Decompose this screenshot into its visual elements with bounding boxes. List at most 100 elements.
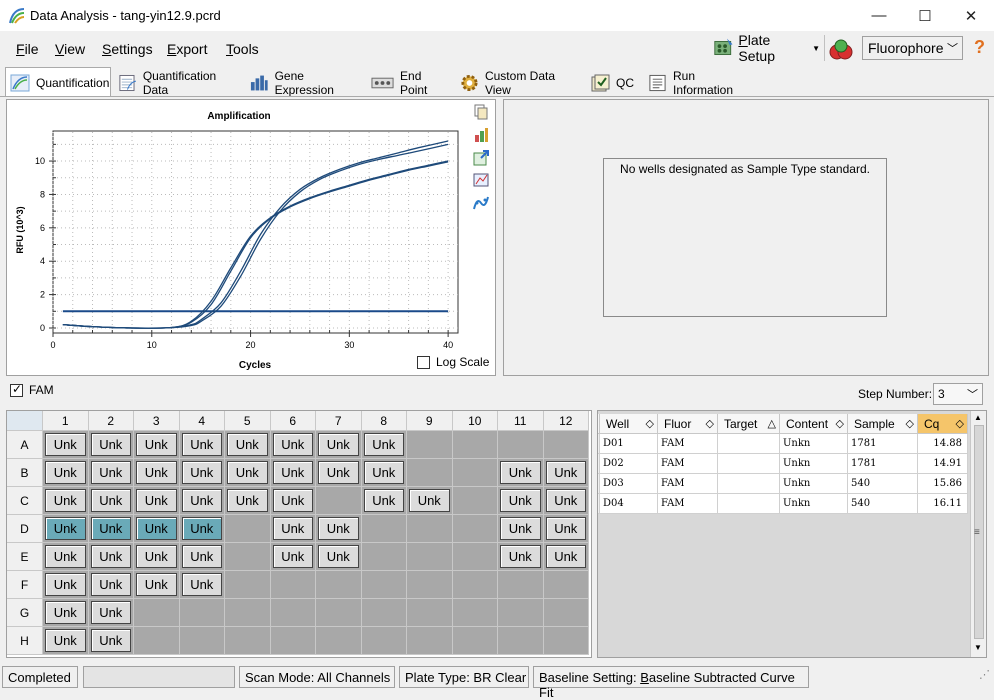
plate-cell[interactable]: Unk xyxy=(498,459,544,487)
plate-cell[interactable]: Unk xyxy=(43,599,89,627)
plate-cell[interactable]: Unk xyxy=(498,515,544,543)
plate-column-header[interactable]: 4 xyxy=(179,411,225,431)
plate-well[interactable]: Unk xyxy=(363,489,404,512)
plate-cell[interactable] xyxy=(225,543,271,571)
plate-cell[interactable]: Unk xyxy=(225,487,271,515)
copy-icon[interactable] xyxy=(473,104,489,120)
plate-cell[interactable]: Unk xyxy=(316,543,362,571)
plate-column-header[interactable]: 7 xyxy=(316,411,362,431)
close-button[interactable]: ✕ xyxy=(948,0,994,31)
plate-cell[interactable] xyxy=(316,487,362,515)
tab-quantification-data[interactable]: Quantification Data xyxy=(113,69,240,97)
chart-options-icon[interactable] xyxy=(473,127,489,143)
plate-well[interactable]: Unk xyxy=(90,517,131,540)
plate-cell[interactable] xyxy=(361,599,407,627)
plate-cell[interactable] xyxy=(543,571,589,599)
table-column-header[interactable]: Well ◇ xyxy=(600,414,658,434)
plate-well[interactable]: Unk xyxy=(90,629,131,652)
plate-well[interactable]: Unk xyxy=(500,545,541,568)
table-cell[interactable]: 14.91 xyxy=(918,454,968,474)
fluorophore-select[interactable]: Fluorophore ﹀ xyxy=(862,36,963,60)
tab-custom-data-view[interactable]: Custom Data View xyxy=(455,69,580,97)
plate-cell[interactable] xyxy=(452,431,498,459)
vertical-scrollbar[interactable]: ▲ ≡ ▼ xyxy=(970,411,986,657)
plate-well[interactable]: Unk xyxy=(318,545,359,568)
plate-cell[interactable]: Unk xyxy=(43,571,89,599)
plate-cell[interactable]: Unk xyxy=(88,543,134,571)
plate-cell[interactable]: Unk xyxy=(134,459,180,487)
plate-well[interactable]: Unk xyxy=(272,461,313,484)
plate-cell[interactable] xyxy=(452,487,498,515)
table-cell[interactable]: FAM xyxy=(658,494,718,514)
plate-cell[interactable]: Unk xyxy=(88,571,134,599)
plate-well[interactable]: Unk xyxy=(318,461,359,484)
plate-cell[interactable]: Unk xyxy=(225,431,271,459)
plate-well[interactable]: Unk xyxy=(136,573,177,596)
menu-tools[interactable]: Tools xyxy=(226,41,259,57)
plate-well[interactable]: Unk xyxy=(318,517,359,540)
plate-cell[interactable]: Unk xyxy=(43,515,89,543)
table-cell[interactable]: D02 xyxy=(600,454,658,474)
plate-well[interactable]: Unk xyxy=(181,573,222,596)
plate-column-header[interactable]: 2 xyxy=(88,411,134,431)
plate-cell[interactable] xyxy=(361,515,407,543)
plate-cell[interactable] xyxy=(361,627,407,655)
plate-cell[interactable]: Unk xyxy=(270,515,316,543)
plate-cell[interactable]: Unk xyxy=(498,487,544,515)
plate-cell[interactable] xyxy=(361,571,407,599)
plate-well[interactable]: Unk xyxy=(45,629,86,652)
plate-cell[interactable]: Unk xyxy=(134,431,180,459)
plate-well[interactable]: Unk xyxy=(500,489,541,512)
plate-well[interactable]: Unk xyxy=(227,489,268,512)
plate-well[interactable]: Unk xyxy=(500,461,541,484)
plate-cell[interactable]: Unk xyxy=(270,543,316,571)
plate-cell[interactable] xyxy=(316,599,362,627)
curve-fit-icon[interactable] xyxy=(473,195,489,211)
plate-cell[interactable] xyxy=(407,515,453,543)
plate-row-header[interactable]: C xyxy=(7,487,43,515)
fam-checkbox[interactable] xyxy=(10,382,23,397)
step-number-select[interactable]: 3 ﹀ xyxy=(933,383,983,405)
plate-column-header[interactable]: 6 xyxy=(270,411,316,431)
plate-well[interactable]: Unk xyxy=(90,433,131,456)
plate-cell[interactable] xyxy=(179,627,225,655)
fam-filter[interactable]: FAM xyxy=(10,382,54,397)
plate-cell[interactable]: Unk xyxy=(361,431,407,459)
plate-cell[interactable] xyxy=(498,627,544,655)
plate-well[interactable]: Unk xyxy=(318,433,359,456)
tab-quantification[interactable]: Quantification xyxy=(5,67,111,97)
plate-well[interactable]: Unk xyxy=(136,433,177,456)
table-cell[interactable]: Unkn xyxy=(780,474,848,494)
plate-cell[interactable]: Unk xyxy=(270,459,316,487)
plate-cell[interactable] xyxy=(316,571,362,599)
plate-cell[interactable]: Unk xyxy=(361,459,407,487)
plate-cell[interactable]: Unk xyxy=(43,459,89,487)
plate-cell[interactable] xyxy=(543,627,589,655)
plate-row-header[interactable]: H xyxy=(7,627,43,655)
plate-cell[interactable]: Unk xyxy=(270,431,316,459)
table-column-header[interactable]: Content ◇ xyxy=(780,414,848,434)
table-cell[interactable]: Unkn xyxy=(780,454,848,474)
plate-cell[interactable] xyxy=(316,627,362,655)
menu-file[interactable]: File xyxy=(16,41,39,57)
plate-well[interactable]: Unk xyxy=(90,489,131,512)
plate-cell[interactable] xyxy=(452,543,498,571)
log-scale-toggle[interactable]: Log Scale xyxy=(417,355,489,369)
plate-cell[interactable] xyxy=(270,571,316,599)
zoom-chart-icon[interactable] xyxy=(473,172,489,188)
plate-column-header[interactable]: 10 xyxy=(452,411,498,431)
plate-well[interactable]: Unk xyxy=(136,461,177,484)
plate-well[interactable]: Unk xyxy=(181,545,222,568)
plate-well[interactable]: Unk xyxy=(409,489,450,512)
plate-row-header[interactable]: D xyxy=(7,515,43,543)
plate-well[interactable]: Unk xyxy=(45,433,86,456)
plate-cell[interactable]: Unk xyxy=(225,459,271,487)
plate-cell[interactable]: Unk xyxy=(179,431,225,459)
plate-well[interactable]: Unk xyxy=(45,461,86,484)
tab-qc[interactable]: QC xyxy=(585,69,638,97)
plate-well[interactable]: Unk xyxy=(136,489,177,512)
table-cell[interactable]: FAM xyxy=(658,454,718,474)
plate-well[interactable]: Unk xyxy=(363,433,404,456)
table-cell[interactable]: Unkn xyxy=(780,434,848,454)
tab-end-point[interactable]: End Point xyxy=(366,69,451,97)
